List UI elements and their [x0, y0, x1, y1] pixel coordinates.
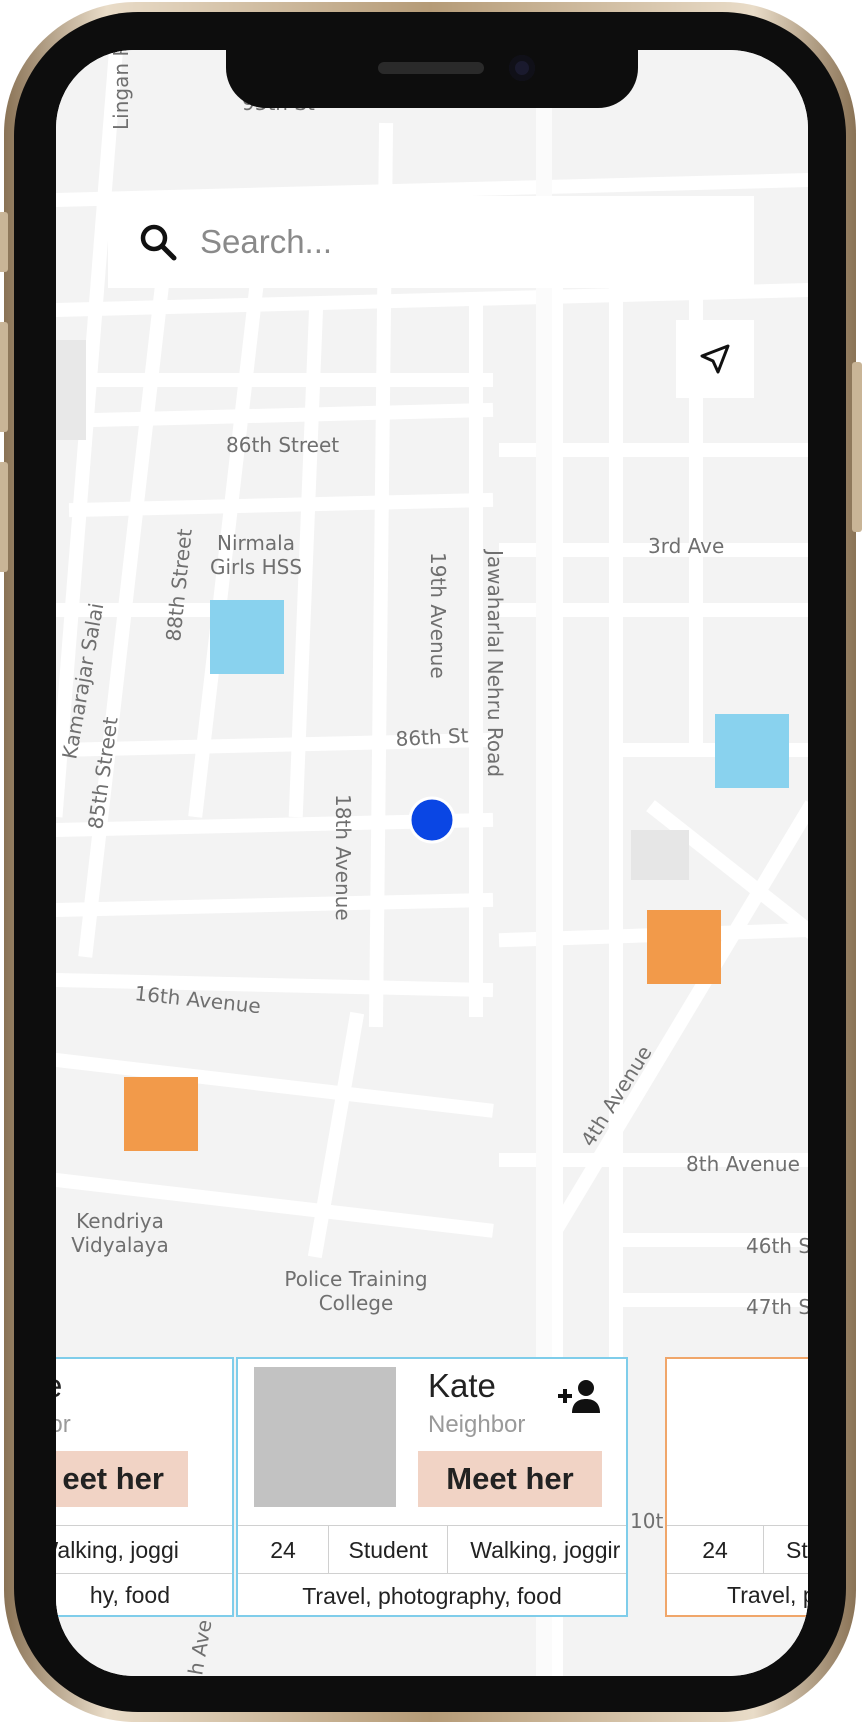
street-label: 86th Street — [226, 433, 339, 457]
friend-marker[interactable] — [210, 600, 284, 674]
profile-details-row: 24 Stu — [667, 1525, 808, 1574]
landmark-label: Vidyalaya — [71, 1233, 169, 1257]
street-label: Jawaharlal Nehru Road — [483, 548, 507, 777]
street-label: 8th Avenue — [686, 1152, 800, 1176]
volume-down-button — [0, 462, 8, 572]
profile-interests: Travel, p — [667, 1573, 808, 1617]
street-label: 86th St — [395, 723, 469, 751]
volume-up-button — [0, 322, 8, 432]
search-bar[interactable] — [108, 196, 754, 288]
street-label: 10t — [630, 1509, 663, 1533]
profile-role: Neighbor — [428, 1411, 526, 1438]
landmark-label: Police Training — [284, 1267, 427, 1291]
profile-age: 24 — [238, 1526, 330, 1574]
landmark-label: College — [319, 1291, 394, 1315]
user-location-dot — [408, 796, 456, 844]
street-label: 19th Avenue — [426, 552, 450, 679]
profile-card[interactable]: e bor eet her Walking, joggi hy, food — [56, 1357, 234, 1617]
speaker-grille — [378, 62, 484, 74]
front-camera — [509, 55, 535, 81]
locate-me-button[interactable] — [676, 320, 754, 398]
profile-role: bor — [56, 1411, 71, 1438]
phone-notch — [226, 50, 638, 108]
search-input[interactable] — [198, 222, 722, 262]
landmark-label: Nirmala — [217, 531, 295, 555]
street-label: 18th Avenue — [331, 794, 355, 921]
meet-her-button[interactable]: eet her — [56, 1451, 188, 1507]
street-label: 3rd Ave — [648, 534, 724, 558]
landmark-label: Kendriya — [76, 1209, 164, 1233]
street-label: 47th S — [746, 1295, 808, 1319]
profile-activity: Walking, joggi — [56, 1536, 179, 1563]
profile-details-row: 24 Student Walking, joggir — [238, 1525, 626, 1574]
power-button — [852, 362, 862, 532]
neighbor-marker[interactable] — [647, 910, 721, 984]
street-label: Lingan Ro — [109, 50, 133, 130]
profile-photo — [254, 1367, 396, 1507]
profile-occupation: Student — [329, 1526, 449, 1574]
mute-switch — [0, 212, 8, 272]
friend-marker[interactable] — [715, 714, 789, 788]
search-icon — [140, 224, 177, 261]
profile-occupation: Stu — [786, 1536, 808, 1563]
meet-her-button[interactable]: Meet her — [418, 1451, 602, 1507]
profile-age: 24 — [667, 1526, 764, 1574]
profile-name: Kate — [428, 1367, 496, 1404]
profile-card[interactable]: 24 Stu Travel, p — [665, 1357, 808, 1617]
landmark-label: Girls HSS — [210, 555, 302, 579]
profile-name: e — [56, 1367, 62, 1405]
neighbor-marker[interactable] — [124, 1077, 198, 1151]
profile-interests: Travel, photography, food — [238, 1573, 626, 1618]
profile-interests: hy, food — [56, 1573, 232, 1617]
navigation-arrow-icon — [700, 344, 730, 374]
profile-card-kate[interactable]: Kate Neighbor Meet her 24 Student Walkin… — [236, 1357, 628, 1617]
profile-details-row: Walking, joggi — [56, 1525, 232, 1574]
street-label: 46th S — [746, 1234, 808, 1258]
profile-activity: Walking, joggir — [470, 1536, 621, 1563]
phone-screen: Lingan Ro 93th St 86th Street Nirmala Gi… — [56, 50, 808, 1676]
add-friend-icon[interactable] — [556, 1377, 604, 1417]
